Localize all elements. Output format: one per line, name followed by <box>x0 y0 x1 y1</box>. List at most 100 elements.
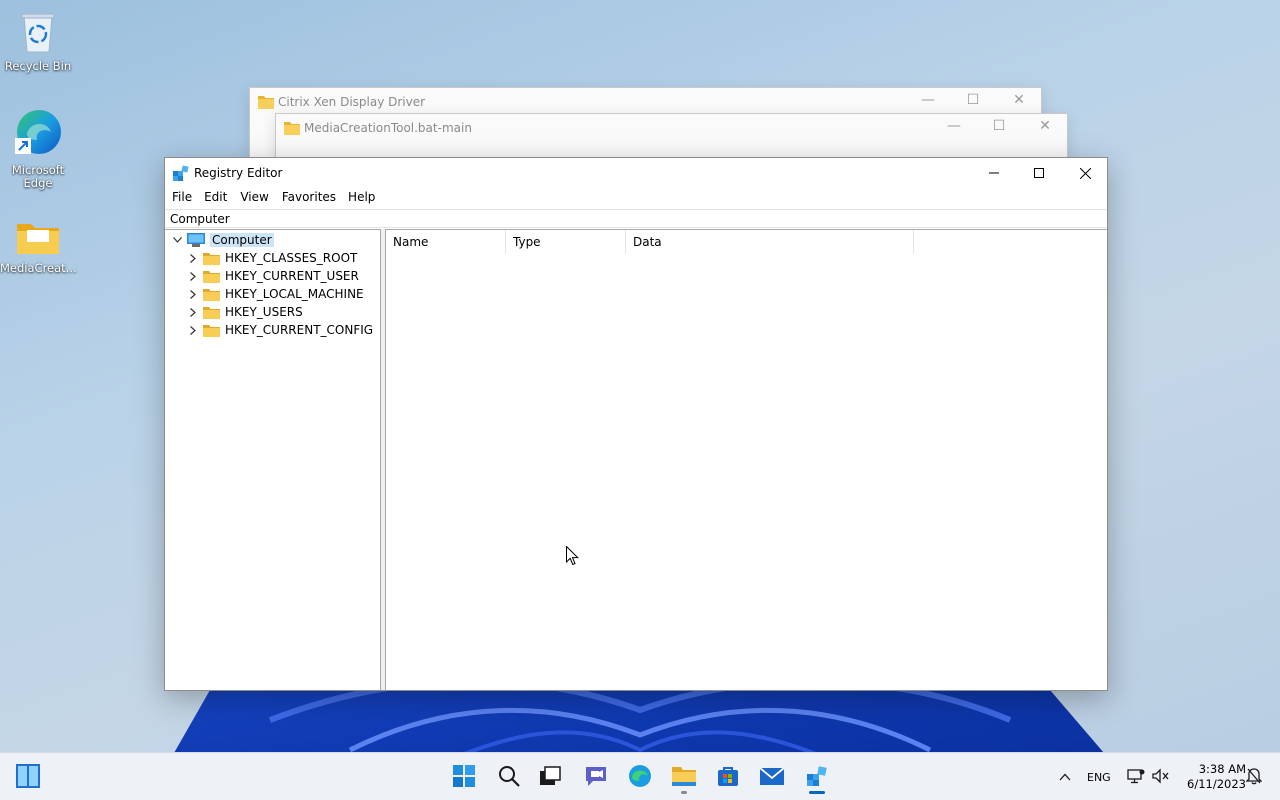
desktop-icon-edge[interactable]: Microsoft Edge <box>0 108 76 190</box>
volume-muted-icon <box>1152 767 1170 787</box>
active-indicator <box>809 791 825 794</box>
folder-icon <box>203 252 220 265</box>
notifications-button[interactable] <box>1240 761 1268 793</box>
values-list-pane[interactable]: Name Type Data <box>385 229 1107 690</box>
chevron-right-icon[interactable] <box>187 253 199 263</box>
maximize-button[interactable]: ☐ <box>984 118 1014 134</box>
chevron-right-icon[interactable] <box>187 325 199 335</box>
edge-icon <box>628 764 652 791</box>
desktop-icon-recycle-bin[interactable]: Recycle Bin <box>0 10 76 73</box>
column-label: Data <box>633 235 662 249</box>
address-bar[interactable]: Computer <box>165 209 1107 228</box>
tree-item-label: HKEY_CURRENT_USER <box>225 269 359 283</box>
taskbar: ENG 3:38 AM 6/11/2023 <box>0 752 1280 800</box>
folder-icon <box>203 324 220 337</box>
title-bar[interactable]: Registry Editor <box>165 158 1107 188</box>
mouse-cursor-icon <box>566 545 580 569</box>
registry-editor-window[interactable]: Registry Editor File Edit View Favorites… <box>164 157 1108 691</box>
notification-bell-icon <box>1245 767 1263 788</box>
column-label: Name <box>393 235 429 249</box>
tree-item-hkey-current-user[interactable]: HKEY_CURRENT_USER <box>187 267 359 285</box>
search-icon <box>498 765 520 790</box>
registry-editor-icon <box>806 765 828 790</box>
window-title: MediaCreationTool.bat-main <box>304 121 472 135</box>
network-icon <box>1127 768 1145 787</box>
minimize-button[interactable] <box>971 158 1017 188</box>
taskbar-store-button[interactable] <box>710 761 746 793</box>
show-hidden-icons-button[interactable] <box>1047 761 1083 793</box>
menu-help[interactable]: Help <box>347 188 382 208</box>
chevron-right-icon[interactable] <box>187 307 199 317</box>
tree-item-computer[interactable]: Computer <box>171 231 274 249</box>
desktop-icon-mediacreation-folder[interactable]: MediaCreat... <box>0 218 77 275</box>
tree-item-label: HKEY_CURRENT_CONFIG <box>225 323 374 337</box>
column-header-name[interactable]: Name <box>386 230 506 254</box>
running-indicator <box>681 791 687 794</box>
tree-item-hkey-users[interactable]: HKEY_USERS <box>187 303 303 321</box>
folder-icon <box>284 121 300 138</box>
tree-item-label: HKEY_CLASSES_ROOT <box>225 251 358 265</box>
windows-logo-icon <box>453 764 475 790</box>
input-language-indicator[interactable]: ENG <box>1087 771 1111 784</box>
column-label: Type <box>513 235 541 249</box>
menu-file[interactable]: File <box>171 188 199 208</box>
tree-item-hkey-classes-root[interactable]: HKEY_CLASSES_ROOT <box>187 249 357 267</box>
taskbar-registry-editor-button[interactable] <box>799 761 835 794</box>
taskbar-task-view-button[interactable] <box>532 761 568 793</box>
taskbar-search-button[interactable] <box>491 761 527 793</box>
chevron-right-icon[interactable] <box>187 289 199 299</box>
desktop-icon-label: Recycle Bin <box>4 59 72 73</box>
taskbar-file-explorer-button[interactable] <box>666 761 702 794</box>
chat-icon <box>584 765 608 790</box>
tree-item-label: HKEY_USERS <box>225 305 303 319</box>
clock-time: 3:38 AM <box>1198 762 1246 776</box>
taskbar-edge-button[interactable] <box>622 761 658 793</box>
close-button[interactable]: ✕ <box>1004 92 1034 108</box>
tree-item-hkey-current-config[interactable]: HKEY_CURRENT_CONFIG <box>187 321 373 339</box>
menu-view[interactable]: View <box>239 188 275 208</box>
window-title: Citrix Xen Display Driver <box>278 95 426 109</box>
chevron-down-icon[interactable] <box>171 237 183 243</box>
folder-icon <box>203 306 220 319</box>
address-text: Computer <box>170 212 230 226</box>
mail-icon <box>759 766 785 789</box>
registry-editor-icon <box>173 165 189 184</box>
menu-bar: File Edit View Favorites Help <box>165 188 1107 208</box>
taskbar-mail-button[interactable] <box>754 761 790 793</box>
menu-favorites[interactable]: Favorites <box>281 188 343 208</box>
chevron-up-icon <box>1059 770 1071 784</box>
store-icon <box>717 765 739 790</box>
minimize-button[interactable]: — <box>913 92 943 108</box>
volume-button[interactable] <box>1146 761 1176 793</box>
minimize-button[interactable]: — <box>939 118 969 134</box>
file-explorer-icon <box>671 765 697 790</box>
menu-edit[interactable]: Edit <box>203 188 234 208</box>
tree-item-label: HKEY_LOCAL_MACHINE <box>225 287 364 301</box>
start-icon <box>16 763 40 791</box>
recycle-bin-icon <box>0 10 76 57</box>
chevron-right-icon[interactable] <box>187 271 199 281</box>
computer-icon <box>187 233 205 247</box>
column-header-type[interactable]: Type <box>506 230 626 254</box>
tree-item-hkey-local-machine[interactable]: HKEY_LOCAL_MACHINE <box>187 285 364 303</box>
folder-icon <box>258 95 274 112</box>
desktop-icon-label: Microsoft Edge <box>11 163 65 190</box>
start-button[interactable] <box>10 761 46 793</box>
folder-icon <box>0 218 76 259</box>
column-header-data[interactable]: Data <box>626 230 914 254</box>
maximize-button[interactable]: ☐ <box>958 92 988 108</box>
edge-icon <box>0 108 76 161</box>
clock[interactable]: 3:38 AM 6/11/2023 <box>1180 762 1246 792</box>
window-title: Registry Editor <box>194 166 283 180</box>
clock-date: 6/11/2023 <box>1187 777 1246 791</box>
close-button[interactable] <box>1062 158 1108 188</box>
maximize-button[interactable] <box>1016 158 1062 188</box>
folder-icon <box>203 270 220 283</box>
taskbar-chat-button[interactable] <box>578 761 614 793</box>
taskbar-windows-button[interactable] <box>446 761 482 793</box>
tree-pane[interactable]: Computer HKEY_CLASSES_ROOT HKEY_CURRENT_… <box>165 229 381 690</box>
tree-item-label: Computer <box>210 233 274 247</box>
task-view-icon <box>539 765 561 789</box>
close-button[interactable]: ✕ <box>1030 118 1060 134</box>
desktop-icon-label: MediaCreat... <box>0 261 77 275</box>
